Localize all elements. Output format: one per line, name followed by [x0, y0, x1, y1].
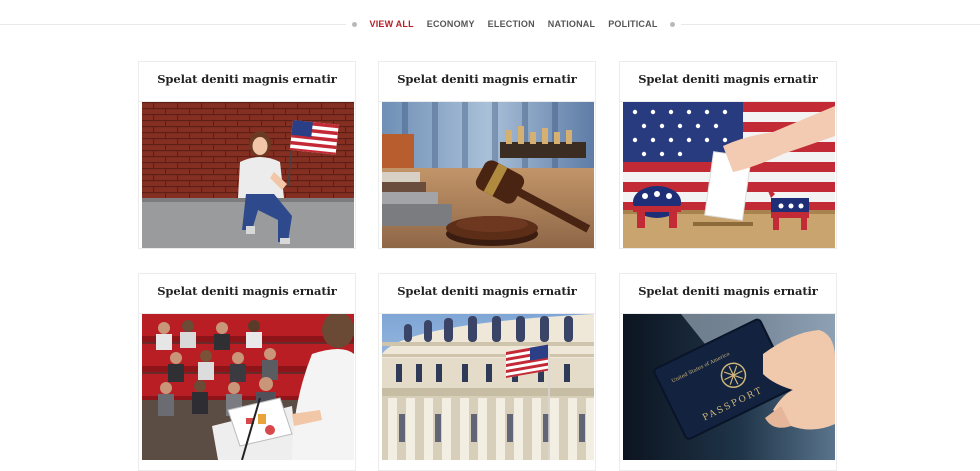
post-card[interactable]: Spelat deniti magnis ernatir: [138, 61, 356, 249]
post-image-ballot-box[interactable]: [623, 102, 835, 248]
post-image-woman-with-flag[interactable]: [142, 102, 354, 248]
post-title[interactable]: Spelat deniti magnis ernatir: [139, 72, 355, 86]
post-card[interactable]: Spelat deniti magnis ernatir: [378, 61, 596, 249]
post-image-passport[interactable]: United States of America PASSPORT: [623, 314, 835, 460]
post-image-speaker-podium[interactable]: [142, 314, 354, 460]
filter-national[interactable]: NATIONAL: [548, 19, 595, 29]
post-card[interactable]: Spelat deniti magnis ernatir: [138, 273, 356, 471]
post-title[interactable]: Spelat deniti magnis ernatir: [620, 72, 836, 86]
filter-dot-right: [670, 21, 676, 27]
filter-dot-left: [352, 21, 357, 27]
filter-political[interactable]: POLITICAL: [608, 19, 657, 29]
filter-economy[interactable]: ECONOMY: [427, 19, 475, 29]
post-card[interactable]: Spelat deniti magnis ernatir United Stat…: [619, 273, 837, 471]
filter-election[interactable]: ELECTION: [488, 19, 535, 29]
post-title[interactable]: Spelat deniti magnis ernatir: [379, 72, 595, 86]
post-card[interactable]: Spelat deniti magnis ernatir: [619, 61, 837, 249]
post-title[interactable]: Spelat deniti magnis ernatir: [139, 284, 355, 298]
post-image-gavel[interactable]: [382, 102, 594, 248]
filter-view-all[interactable]: VIEW ALL: [370, 19, 414, 29]
post-title[interactable]: Spelat deniti magnis ernatir: [620, 284, 836, 298]
post-card[interactable]: Spelat deniti magnis ernatir: [378, 273, 596, 471]
post-image-capitol-dome[interactable]: [382, 314, 594, 460]
post-title[interactable]: Spelat deniti magnis ernatir: [379, 284, 595, 298]
filter-menu: VIEW ALL ECONOMY ELECTION NATIONAL POLIT…: [346, 17, 682, 31]
portfolio-filter-bar: VIEW ALL ECONOMY ELECTION NATIONAL POLIT…: [0, 0, 980, 48]
